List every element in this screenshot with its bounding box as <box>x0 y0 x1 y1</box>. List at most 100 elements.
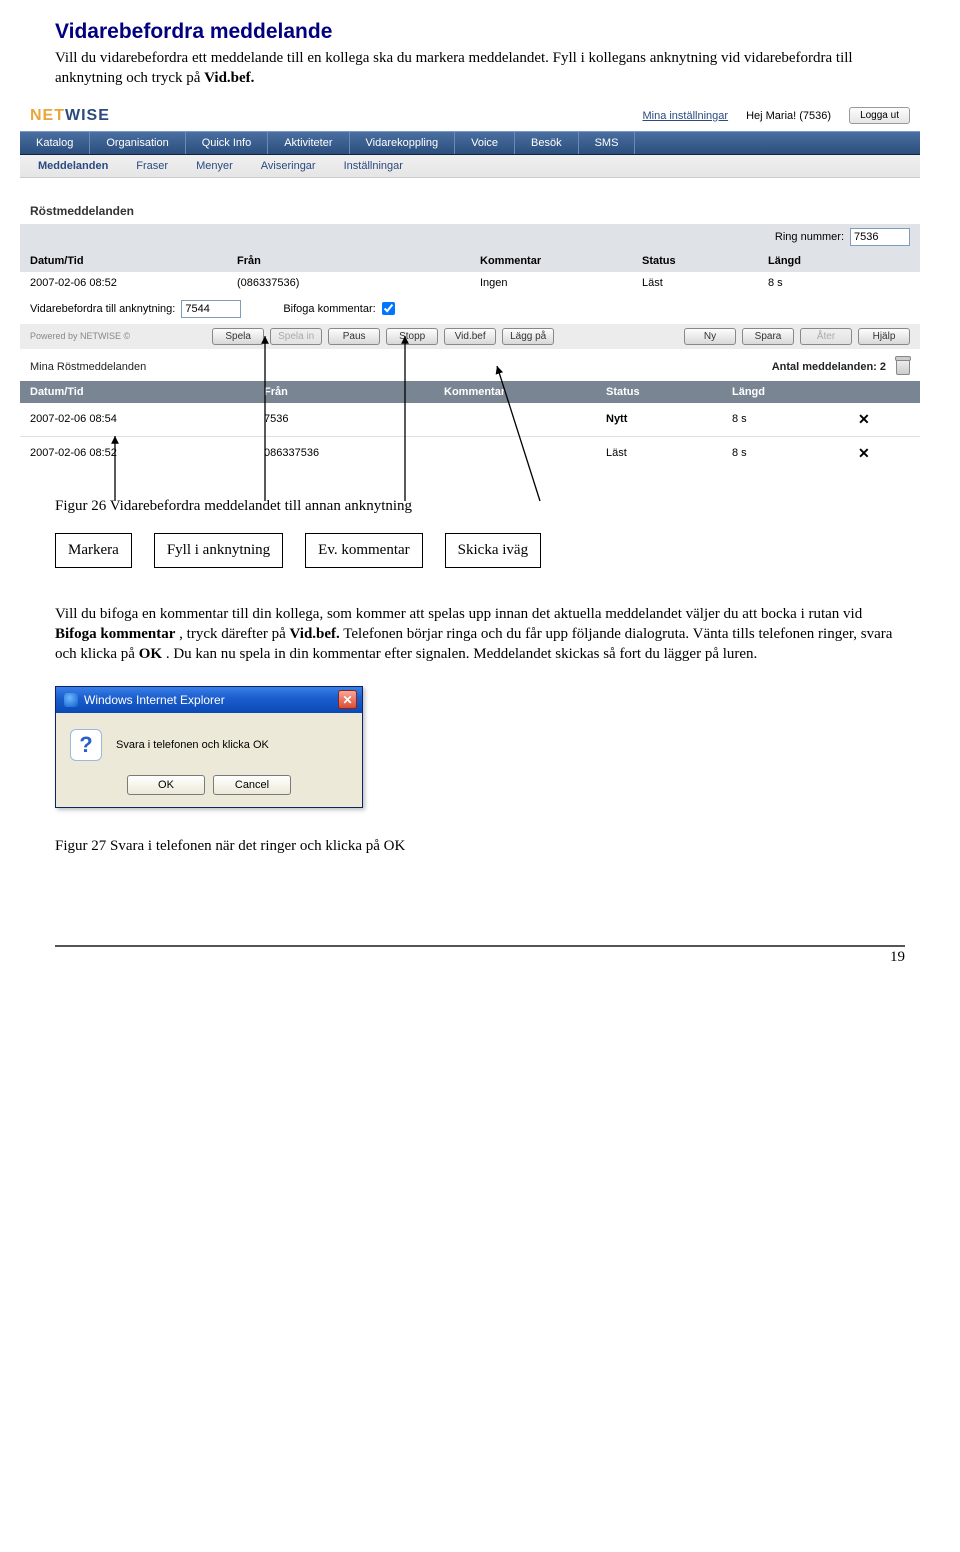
col-fran: Från <box>227 250 470 272</box>
btn-hjalp[interactable]: Hjälp <box>858 328 910 345</box>
row-comment <box>434 403 596 437</box>
detail-status: Läst <box>632 272 758 294</box>
btn-spara[interactable]: Spara <box>742 328 794 345</box>
bifoga-checkbox[interactable] <box>382 302 395 315</box>
main-tabs: Katalog Organisation Quick Info Aktivite… <box>20 131 920 155</box>
tab-sms[interactable]: SMS <box>579 132 636 154</box>
btn-stopp[interactable]: Stopp <box>386 328 438 345</box>
col2-dt: Datum/Tid <box>20 381 254 403</box>
box-fyll: Fyll i anknytning <box>154 533 283 568</box>
subtab-aviseringar[interactable]: Aviseringar <box>247 155 330 177</box>
col-kommentar: Kommentar <box>470 250 632 272</box>
trash-icon[interactable] <box>896 359 910 375</box>
ok-button[interactable]: OK <box>127 775 205 795</box>
row-comment <box>434 436 596 470</box>
screenshot-figure-26: NETWISE Mina inställningar Hej Maria! (7… <box>20 101 920 470</box>
label-boxes: Markera Fyll i anknytning Ev. kommentar … <box>55 533 905 568</box>
row-status: Nytt <box>596 403 722 437</box>
page-title: Vidarebefordra meddelande <box>55 20 905 44</box>
tab-voice[interactable]: Voice <box>455 132 515 154</box>
tab-aktiviteter[interactable]: Aktiviteter <box>268 132 349 154</box>
t: . Du kan nu spela in din kommentar efter… <box>166 646 758 662</box>
btn-spela[interactable]: Spela <box>212 328 264 345</box>
dialog-message: Svara i telefonen och klicka OK <box>116 739 269 751</box>
col2-from: Från <box>254 381 434 403</box>
logo-net: NET <box>30 107 65 124</box>
intro-bold: Vid.bef. <box>204 70 254 86</box>
detail-dt: 2007-02-06 08:52 <box>20 272 227 294</box>
ie-dialog: Windows Internet Explorer ✕ ? Svara i te… <box>55 686 363 808</box>
powered-by: Powered by NETWISE © <box>30 331 140 341</box>
detail-len: 8 s <box>758 272 920 294</box>
page-number: 19 <box>55 949 905 966</box>
col2-comment: Kommentar <box>434 381 596 403</box>
logo-wise: WISE <box>65 107 110 124</box>
btn-ny[interactable]: Ny <box>684 328 736 345</box>
section-title: Röstmeddelanden <box>20 178 920 224</box>
sub-tabs: Meddelanden Fraser Menyer Aviseringar In… <box>20 155 920 178</box>
tab-besok[interactable]: Besök <box>515 132 579 154</box>
dialog-title: Windows Internet Explorer <box>84 693 225 707</box>
detail-from: (086337536) <box>227 272 470 294</box>
box-markera: Markera <box>55 533 132 568</box>
intro-text: Vill du vidarebefordra ett meddelande ti… <box>55 50 853 86</box>
mina-title: Mina Röstmeddelanden <box>30 361 146 373</box>
body-paragraph-2: Vill du bifoga en kommentar till din kol… <box>55 604 905 665</box>
row-from: 7536 <box>254 403 434 437</box>
bifoga-label: Bifoga kommentar: <box>283 303 375 315</box>
detail-comment: Ingen <box>470 272 632 294</box>
box-skicka: Skicka iväg <box>445 533 541 568</box>
col-langd: Längd <box>758 250 920 272</box>
question-icon: ? <box>70 729 102 761</box>
col2-len: Längd <box>722 381 848 403</box>
row-dt[interactable]: 2007-02-06 08:54 <box>20 403 254 437</box>
greeting: Hej Maria! (7536) <box>746 110 831 122</box>
col-datumtid: Datum/Tid <box>20 250 227 272</box>
btn-lagg-pa[interactable]: Lägg på <box>502 328 554 345</box>
delete-row-icon[interactable]: ✕ <box>858 445 870 461</box>
figure-26-caption: Figur 26 Vidarebefordra meddelandet till… <box>55 498 905 515</box>
list-table: Datum/Tid Från Kommentar Status Längd 20… <box>20 381 920 470</box>
detail-table: Datum/Tid Från Kommentar Status Längd 20… <box>20 250 920 294</box>
subtab-menyer[interactable]: Menyer <box>182 155 247 177</box>
intro-paragraph: Vill du vidarebefordra ett meddelande ti… <box>55 48 905 89</box>
fwd-input[interactable] <box>181 300 241 318</box>
ie-icon <box>64 693 78 707</box>
row-from: 086337536 <box>254 436 434 470</box>
logout-button[interactable]: Logga ut <box>849 107 910 124</box>
btn-ater[interactable]: Åter <box>800 328 852 345</box>
tab-vidarekoppling[interactable]: Vidarekoppling <box>350 132 456 154</box>
figure-27-caption: Figur 27 Svara i telefonen när det ringe… <box>55 838 905 855</box>
delete-row-icon[interactable]: ✕ <box>858 411 870 427</box>
t: Bifoga kommentar <box>55 626 175 642</box>
ring-number-input[interactable] <box>850 228 910 246</box>
tab-katalog[interactable]: Katalog <box>20 132 90 154</box>
close-icon[interactable]: ✕ <box>338 690 357 709</box>
btn-vidbef[interactable]: Vid.bef <box>444 328 496 345</box>
row-len: 8 s <box>722 403 848 437</box>
btn-paus[interactable]: Paus <box>328 328 380 345</box>
row-status: Läst <box>596 436 722 470</box>
subtab-fraser[interactable]: Fraser <box>122 155 182 177</box>
tab-quickinfo[interactable]: Quick Info <box>186 132 269 154</box>
col2-status: Status <box>596 381 722 403</box>
row-len: 8 s <box>722 436 848 470</box>
t: , tryck därefter på <box>179 626 289 642</box>
antal-meddelanden: Antal meddelanden: 2 <box>772 361 886 373</box>
col-status: Status <box>632 250 758 272</box>
btn-spela-in[interactable]: Spela in <box>270 328 322 345</box>
tab-organisation[interactable]: Organisation <box>90 132 185 154</box>
t: Vid.bef. <box>290 626 340 642</box>
fwd-label: Vidarebefordra till anknytning: <box>30 303 175 315</box>
logo: NETWISE <box>30 107 110 125</box>
subtab-installningar[interactable]: Inställningar <box>330 155 417 177</box>
link-mina-installningar[interactable]: Mina inställningar <box>642 110 728 122</box>
footer-rule <box>55 945 905 947</box>
cancel-button[interactable]: Cancel <box>213 775 291 795</box>
ring-label: Ring nummer: <box>775 231 844 243</box>
t: Vill du bifoga en kommentar till din kol… <box>55 606 862 622</box>
box-ev-kommentar: Ev. kommentar <box>305 533 423 568</box>
row-dt[interactable]: 2007-02-06 08:52 <box>20 436 254 470</box>
t: OK <box>139 646 162 662</box>
subtab-meddelanden[interactable]: Meddelanden <box>24 155 122 177</box>
